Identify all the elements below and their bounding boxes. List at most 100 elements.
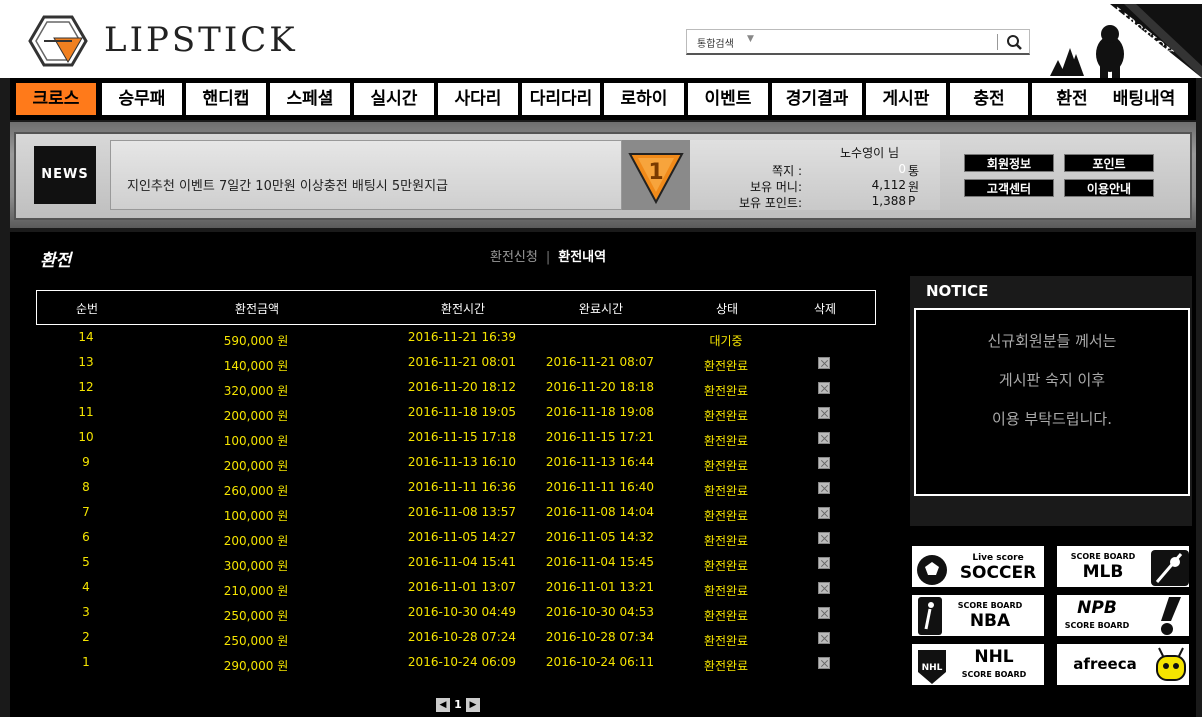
table-row: 1 290,000 원 2016-10-24 06:09 2016-10-24 06:… — [36, 655, 876, 680]
table-header: 순번 환전금액 환전시간 완료시간 상태 삭제 — [36, 290, 876, 325]
delete-icon[interactable] — [818, 432, 830, 444]
cell-complete-time: 2016-11-21 08:07 — [545, 355, 655, 369]
nav-deposit[interactable]: 충전 — [950, 83, 1028, 115]
nav-cross[interactable]: 크로스 — [16, 83, 96, 115]
nav-win-draw-lose[interactable]: 승무패 — [102, 83, 182, 115]
message-count[interactable]: 0 — [816, 162, 906, 176]
nav-special[interactable]: 스페셜 — [270, 83, 350, 115]
cell-number: 6 — [82, 530, 90, 544]
col-complete-time: 완료시간 — [578, 302, 624, 316]
cell-amount: 200,000 원 — [223, 534, 289, 548]
prev-page-icon[interactable]: ◀ — [436, 698, 450, 712]
cell-amount: 200,000 원 — [223, 409, 289, 423]
usage-guide-button[interactable]: 이용안내 — [1064, 179, 1154, 197]
nav-live[interactable]: 실시간 — [354, 83, 434, 115]
cell-status: 환전완료 — [703, 359, 749, 373]
points-button[interactable]: 포인트 — [1064, 154, 1154, 172]
delete-icon[interactable] — [818, 407, 830, 419]
delete-icon[interactable] — [818, 632, 830, 644]
point-label: 보유 포인트: — [738, 196, 802, 210]
nav-board[interactable]: 게시판 — [866, 83, 946, 115]
page-number[interactable]: 1 — [452, 698, 464, 712]
nav-handicap[interactable]: 핸디캡 — [186, 83, 266, 115]
cell-amount: 100,000 원 — [223, 434, 289, 448]
tab-withdraw-request[interactable]: 환전신청 — [490, 250, 538, 265]
cell-complete-time: 2016-11-11 16:40 — [545, 480, 655, 494]
delete-icon[interactable] — [818, 507, 830, 519]
score-big-label: NPB — [1077, 598, 1117, 618]
score-big-label: afreeca — [1073, 655, 1137, 673]
cell-status: 환전완료 — [703, 509, 749, 523]
search-input[interactable] — [767, 33, 977, 51]
cell-number: 4 — [82, 580, 90, 594]
delete-icon[interactable] — [818, 532, 830, 544]
table-row: 7 100,000 원 2016-11-08 13:57 2016-11-08 14:… — [36, 505, 876, 530]
delete-icon[interactable] — [818, 357, 830, 369]
table-row: 3 250,000 원 2016-10-30 04:49 2016-10-30 04:… — [36, 605, 876, 630]
news-text[interactable]: 지인추천 이벤트 7일간 10만원 이상충전 배팅시 5만원지급 — [127, 175, 448, 194]
soccer-livescore-link[interactable]: Live score SOCCER — [910, 544, 1046, 589]
cell-complete-time: 2016-11-18 19:08 — [545, 405, 655, 419]
cell-amount: 200,000 원 — [223, 459, 289, 473]
customer-center-button[interactable]: 고객센터 — [964, 179, 1054, 197]
cell-amount: 250,000 원 — [223, 609, 289, 623]
table-row: 6 200,000 원 2016-11-05 14:27 2016-11-05 14:… — [36, 530, 876, 555]
nav-ladder[interactable]: 사다리 — [438, 83, 518, 115]
nav-bet-history[interactable]: 배팅내역 — [1100, 83, 1188, 115]
nav-results[interactable]: 경기결과 — [772, 83, 862, 115]
delete-icon[interactable] — [818, 557, 830, 569]
notice-title: NOTICE — [926, 282, 989, 300]
nhl-scoreboard-link[interactable]: NHL NHL SCORE BOARD — [910, 642, 1046, 687]
cell-number: 3 — [82, 605, 90, 619]
cell-request-time: 2016-11-21 16:39 — [407, 330, 517, 344]
table-row: 4 210,000 원 2016-11-01 13:07 2016-11-01 13:… — [36, 580, 876, 605]
cell-status: 환전완료 — [703, 484, 749, 498]
col-status: 상태 — [715, 302, 739, 316]
tab-withdraw-history[interactable]: 환전내역 — [558, 250, 606, 265]
delete-icon[interactable] — [818, 457, 830, 469]
search-icon[interactable] — [1001, 31, 1029, 53]
cell-status: 대기중 — [709, 334, 743, 348]
cell-complete-time: 2016-11-04 15:45 — [545, 555, 655, 569]
npb-scoreboard-link[interactable]: NPB SCORE BOARD — [1055, 593, 1191, 638]
col-request-time: 환전시간 — [440, 302, 486, 316]
nav-event[interactable]: 이벤트 — [688, 83, 768, 115]
member-info-button[interactable]: 회원정보 — [964, 154, 1054, 172]
user-name: 노수영이 님 — [840, 146, 900, 160]
cell-status: 환전완료 — [703, 634, 749, 648]
notice-line: 신규회원분들 께서는 — [987, 332, 1117, 350]
delete-icon[interactable] — [818, 482, 830, 494]
page: LIPSTICK 통합검색 ▼ LIPSTICK 크로스 승무패 핸디캡 스페셜… — [0, 0, 1202, 717]
mlb-scoreboard-link[interactable]: SCORE BOARD MLB — [1055, 544, 1191, 589]
cell-amount: 290,000 원 — [223, 659, 289, 673]
nav-dari-dari[interactable]: 다리다리 — [522, 83, 600, 115]
sub-tabs: 환전신청 | 환전내역 — [490, 246, 606, 265]
news-ticker[interactable]: 지인추천 이벤트 7일간 10만원 이상충전 배팅시 5만원지급 — [110, 140, 622, 210]
chevron-down-icon[interactable]: ▼ — [747, 34, 754, 44]
cell-status: 환전완료 — [703, 409, 749, 423]
cell-status: 환전완료 — [703, 434, 749, 448]
cell-amount: 300,000 원 — [223, 559, 289, 573]
cell-complete-time: 2016-11-15 17:21 — [545, 430, 655, 444]
cell-amount: 140,000 원 — [223, 359, 289, 373]
cell-request-time: 2016-10-24 06:09 — [407, 655, 517, 669]
delete-icon[interactable] — [818, 382, 830, 394]
message-unit: 통 — [908, 164, 920, 178]
delete-icon[interactable] — [818, 657, 830, 669]
main-nav: 크로스 승무패 핸디캡 스페셜 실시간 사다리 다리다리 로하이 이벤트 경기결… — [10, 78, 1196, 120]
nav-lowhigh[interactable]: 로하이 — [604, 83, 684, 115]
cell-status: 환전완료 — [703, 459, 749, 473]
next-page-icon[interactable]: ▶ — [466, 698, 480, 712]
cell-request-time: 2016-11-01 13:07 — [407, 580, 517, 594]
main-content: 환전 환전신청 | 환전내역 순번 환전금액 환전시간 완료시간 상태 삭제 14 5… — [10, 232, 1196, 717]
afreeca-link[interactable]: afreeca — [1055, 642, 1191, 687]
cell-complete-time: 2016-11-13 16:44 — [545, 455, 655, 469]
notice-panel: NOTICE 신규회원분들 께서는 게시판 숙지 이후 이용 부탁드립니다. — [910, 276, 1192, 526]
cell-amount: 590,000 원 — [223, 334, 289, 348]
delete-icon[interactable] — [818, 607, 830, 619]
nba-scoreboard-link[interactable]: SCORE BOARD NBA — [910, 593, 1046, 638]
delete-icon[interactable] — [818, 582, 830, 594]
cell-number: 11 — [78, 405, 94, 419]
search-scope-select[interactable]: 통합검색 — [697, 35, 734, 50]
col-amount: 환전금액 — [234, 302, 280, 316]
